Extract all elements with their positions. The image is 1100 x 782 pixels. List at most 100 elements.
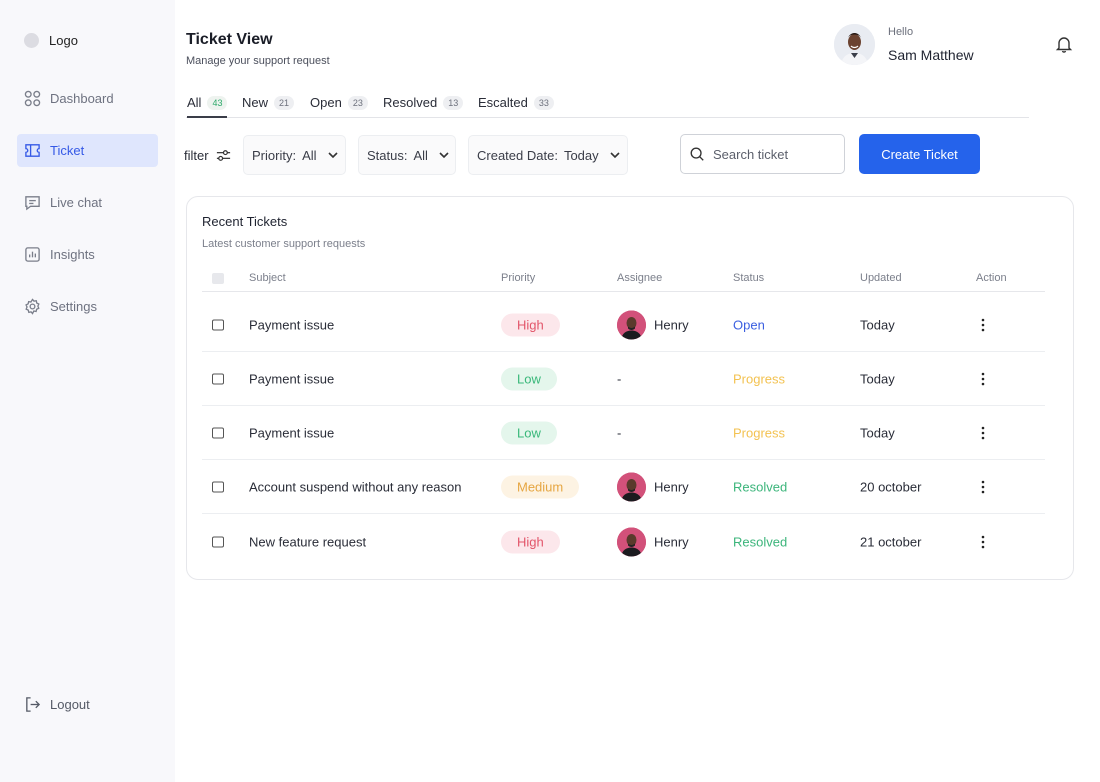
assignee-name: -: [617, 425, 622, 441]
assignee: Henry: [617, 472, 689, 502]
card-title: Recent Tickets: [202, 214, 288, 229]
row-checkbox[interactable]: [212, 373, 224, 385]
updated-text: Today: [860, 317, 895, 333]
row-checkbox[interactable]: [212, 536, 224, 547]
insights-icon: [25, 247, 40, 262]
sidebar-item-label: Live chat: [50, 195, 103, 210]
row-checkbox[interactable]: [212, 481, 224, 493]
table-row[interactable]: Payment issue Low - Progress Today: [202, 353, 1045, 406]
assignee-avatar: [617, 472, 646, 502]
updated-text: Today: [860, 425, 895, 441]
sidebar-item-ticket[interactable]: Ticket: [17, 134, 158, 167]
avatar[interactable]: [834, 24, 875, 65]
sidebar-item-settings[interactable]: Settings: [17, 290, 158, 323]
dashboard-icon: [24, 90, 41, 107]
ticket-subject: Account suspend without any reason: [249, 479, 462, 495]
ticket-subject: Payment issue: [249, 425, 335, 441]
tab-count: 23: [347, 96, 368, 110]
notification-bell[interactable]: [1055, 35, 1073, 53]
sidebar-item-live-chat[interactable]: Live chat: [17, 186, 158, 219]
tab-label: Open: [310, 95, 342, 110]
tab-resolved[interactable]: Resolved 13: [383, 95, 464, 118]
tab-label: New: [242, 95, 269, 110]
table-row[interactable]: Account suspend without any reason Mediu…: [202, 461, 1045, 514]
status-filter[interactable]: Status: All: [358, 135, 456, 175]
more-vertical-icon: [981, 426, 985, 440]
tab-new[interactable]: New 21: [242, 95, 295, 118]
status-filter-value: All: [413, 147, 428, 163]
column-header-action: Action: [976, 272, 1007, 284]
priority-badge: Low: [501, 367, 557, 391]
status-filter-label: Status:: [367, 147, 408, 163]
gear-icon: [25, 298, 40, 315]
more-vertical-icon: [981, 318, 985, 332]
sidebar-item-dashboard[interactable]: Dashboard: [17, 82, 158, 115]
filter-toggle[interactable]: filter: [184, 147, 232, 164]
row-actions-button[interactable]: [976, 425, 990, 441]
table-header: Subject Priority Assignee Status Updated…: [202, 267, 1045, 292]
tab-open[interactable]: Open 23: [310, 95, 368, 118]
chat-icon: [25, 196, 40, 211]
row-actions-button[interactable]: [976, 534, 990, 550]
assignee-avatar: [617, 310, 646, 340]
tab-label: Escalted: [478, 95, 528, 110]
priority-badge: High: [501, 530, 560, 553]
tab-count: 21: [274, 96, 295, 110]
assignee-name: Henry: [654, 479, 689, 495]
create-ticket-button[interactable]: Create Ticket: [859, 134, 980, 174]
logout-icon: [26, 697, 41, 712]
ticket-tabs: All 43 New 21 Open 23 Resolved 13 Escalt…: [186, 93, 1029, 118]
date-filter[interactable]: Created Date: Today: [468, 135, 628, 175]
updated-text: Today: [860, 371, 895, 387]
search-input[interactable]: [713, 146, 833, 162]
column-header-priority: Priority: [501, 272, 536, 284]
sidebar-item-label: Insights: [50, 247, 95, 262]
more-vertical-icon: [981, 535, 985, 548]
sidebar-item-label: Settings: [50, 299, 97, 314]
status-text: Resolved: [733, 534, 788, 549]
chevron-down-icon: [327, 152, 338, 159]
chevron-down-icon: [610, 152, 620, 159]
assignee-avatar: [617, 527, 646, 556]
priority-filter[interactable]: Priority: All: [243, 135, 346, 175]
assignee: Henry: [617, 310, 689, 340]
search-icon: [690, 147, 704, 161]
greeting: Hello: [888, 26, 914, 38]
column-header-updated: Updated: [860, 272, 902, 284]
tab-label: All: [187, 95, 202, 110]
updated-text: 21 october: [860, 534, 922, 549]
tab-count: 33: [533, 96, 554, 110]
updated-text: 20 october: [860, 479, 922, 495]
row-actions-button[interactable]: [976, 479, 990, 495]
priority-badge: Low: [501, 421, 557, 445]
page-title: Ticket View: [186, 31, 273, 48]
row-actions-button[interactable]: [976, 317, 990, 333]
ticket-subject: Payment issue: [249, 317, 335, 333]
row-checkbox[interactable]: [212, 427, 224, 439]
table-row[interactable]: Payment issue High Henry Open Today: [202, 299, 1045, 352]
tab-all[interactable]: All 43: [187, 95, 228, 118]
sidebar: Logo Dashboard Ticket Live chat Insights…: [0, 0, 175, 782]
column-header-subject: Subject: [249, 272, 286, 284]
ticket-icon: [25, 144, 40, 157]
logout-button[interactable]: Logout: [24, 696, 90, 713]
sidebar-item-insights[interactable]: Insights: [17, 238, 158, 271]
select-all-checkbox[interactable]: [212, 273, 224, 284]
ticket-subject: Payment issue: [249, 371, 335, 387]
sliders-icon: [216, 150, 230, 161]
row-checkbox[interactable]: [212, 319, 224, 331]
table-row[interactable]: New feature request High Henry Resolved …: [202, 515, 1045, 568]
ticket-subject: New feature request: [249, 534, 367, 549]
filter-label: filter: [184, 148, 209, 163]
logout-label: Logout: [50, 697, 90, 712]
assignee-name: Henry: [654, 534, 689, 549]
tab-escalated[interactable]: Escalted 33: [478, 95, 554, 118]
row-actions-button[interactable]: [976, 371, 990, 387]
logo[interactable]: Logo: [24, 33, 78, 48]
user-avatar-image: [834, 24, 875, 65]
assignee-name: Henry: [654, 317, 689, 333]
bell-icon: [1055, 37, 1073, 53]
table-row[interactable]: Payment issue Low - Progress Today: [202, 407, 1045, 460]
column-header-status: Status: [733, 272, 765, 284]
more-vertical-icon: [981, 372, 985, 386]
